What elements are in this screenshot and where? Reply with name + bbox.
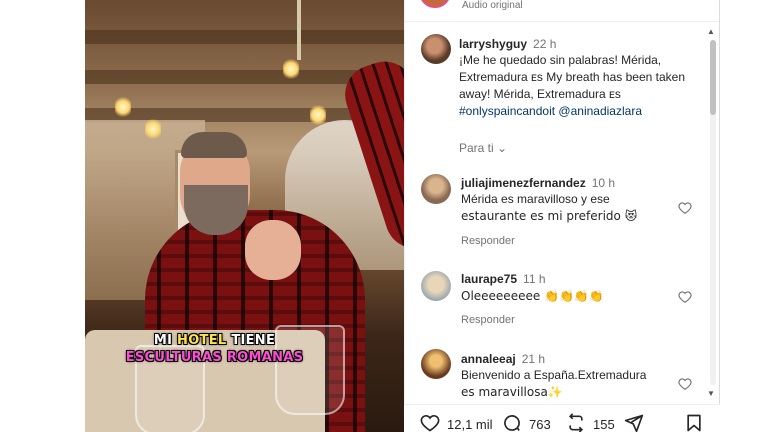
video-caption-line1: MI HOTEL TIENE bbox=[153, 333, 276, 348]
comment-username[interactable]: annaleeaj 21 h bbox=[461, 352, 545, 366]
repost-icon bbox=[568, 413, 584, 432]
hanging-lamp bbox=[310, 104, 326, 126]
reply-button[interactable]: Responder bbox=[461, 314, 515, 326]
scroll-down-arrow[interactable]: ▼ bbox=[707, 389, 715, 398]
ceiling-beam bbox=[85, 30, 404, 44]
comments-panel: Audio original larryshyguy 22 h ¡Me he qu… bbox=[404, 0, 720, 432]
audio-label[interactable]: Audio original bbox=[462, 0, 523, 11]
reel-viewer: MI HOTEL TIENE ESCULTURAS ROMANAS Audio … bbox=[0, 0, 768, 432]
scroll-up-arrow[interactable]: ▲ bbox=[707, 27, 715, 36]
commenter-avatar[interactable] bbox=[421, 34, 451, 64]
action-bar: 12,1 mil 763 155 bbox=[404, 404, 720, 432]
comment-text: ¡Me he quedado sin palabras! Mérida, Ext… bbox=[459, 53, 685, 118]
comment-username[interactable]: larryshyguy 22 h bbox=[459, 37, 556, 51]
comment-time: 22 h bbox=[533, 37, 557, 51]
gesturing-hand bbox=[245, 220, 301, 280]
hanging-lamp bbox=[283, 58, 299, 80]
author-avatar[interactable] bbox=[419, 0, 451, 8]
hanging-lamp bbox=[145, 118, 161, 140]
post-header: Audio original bbox=[405, 0, 719, 22]
commenter-avatar[interactable] bbox=[421, 349, 451, 379]
comment-count: 763 bbox=[529, 417, 551, 432]
person-hat bbox=[181, 132, 247, 158]
like-count: 12,1 mil bbox=[447, 417, 493, 432]
scrollbar-thumb[interactable] bbox=[710, 40, 716, 115]
comment-text: Oleeeeeeeee 👏👏👏👏 bbox=[461, 289, 604, 303]
like-heart-icon[interactable] bbox=[678, 201, 692, 215]
paper-plane-icon bbox=[624, 414, 644, 432]
comment-text: Bienvenido a España.Extremadura es maravi… bbox=[461, 368, 647, 399]
heart-icon bbox=[420, 414, 440, 432]
commenter-avatar[interactable] bbox=[421, 174, 451, 204]
comment-username[interactable]: laurape75 11 h bbox=[461, 272, 546, 286]
commenter-avatar[interactable] bbox=[421, 271, 451, 301]
comment-bubble-icon bbox=[504, 415, 520, 431]
comment-username[interactable]: juliajimenezfernandez 10 h bbox=[461, 176, 615, 190]
comment-time: 11 h bbox=[523, 272, 546, 286]
comment-time: 21 h bbox=[521, 352, 546, 366]
reply-button[interactable]: Responder bbox=[461, 235, 515, 247]
translate-toggle[interactable]: Para ti ⌄ bbox=[459, 141, 507, 155]
chevron-down-icon: ⌄ bbox=[497, 141, 508, 155]
hanging-lamp bbox=[115, 96, 131, 118]
hashtag-link[interactable]: #onlyspaincandoit bbox=[459, 104, 555, 118]
video-player[interactable]: MI HOTEL TIENE ESCULTURAS ROMANAS bbox=[85, 0, 404, 432]
video-caption-line2: ESCULTURAS ROMANAS bbox=[125, 350, 304, 365]
like-heart-icon[interactable] bbox=[678, 377, 692, 391]
repost-count: 155 bbox=[593, 417, 615, 432]
like-heart-icon[interactable] bbox=[678, 290, 692, 304]
mention-link[interactable]: @aninadiazlara bbox=[558, 104, 642, 118]
comment-time: 10 h bbox=[591, 176, 616, 190]
bookmark-icon bbox=[687, 414, 701, 432]
comment-text: Mérida es maravilloso y ese estaurante es… bbox=[461, 192, 638, 223]
lamp-rope bbox=[297, 0, 301, 60]
